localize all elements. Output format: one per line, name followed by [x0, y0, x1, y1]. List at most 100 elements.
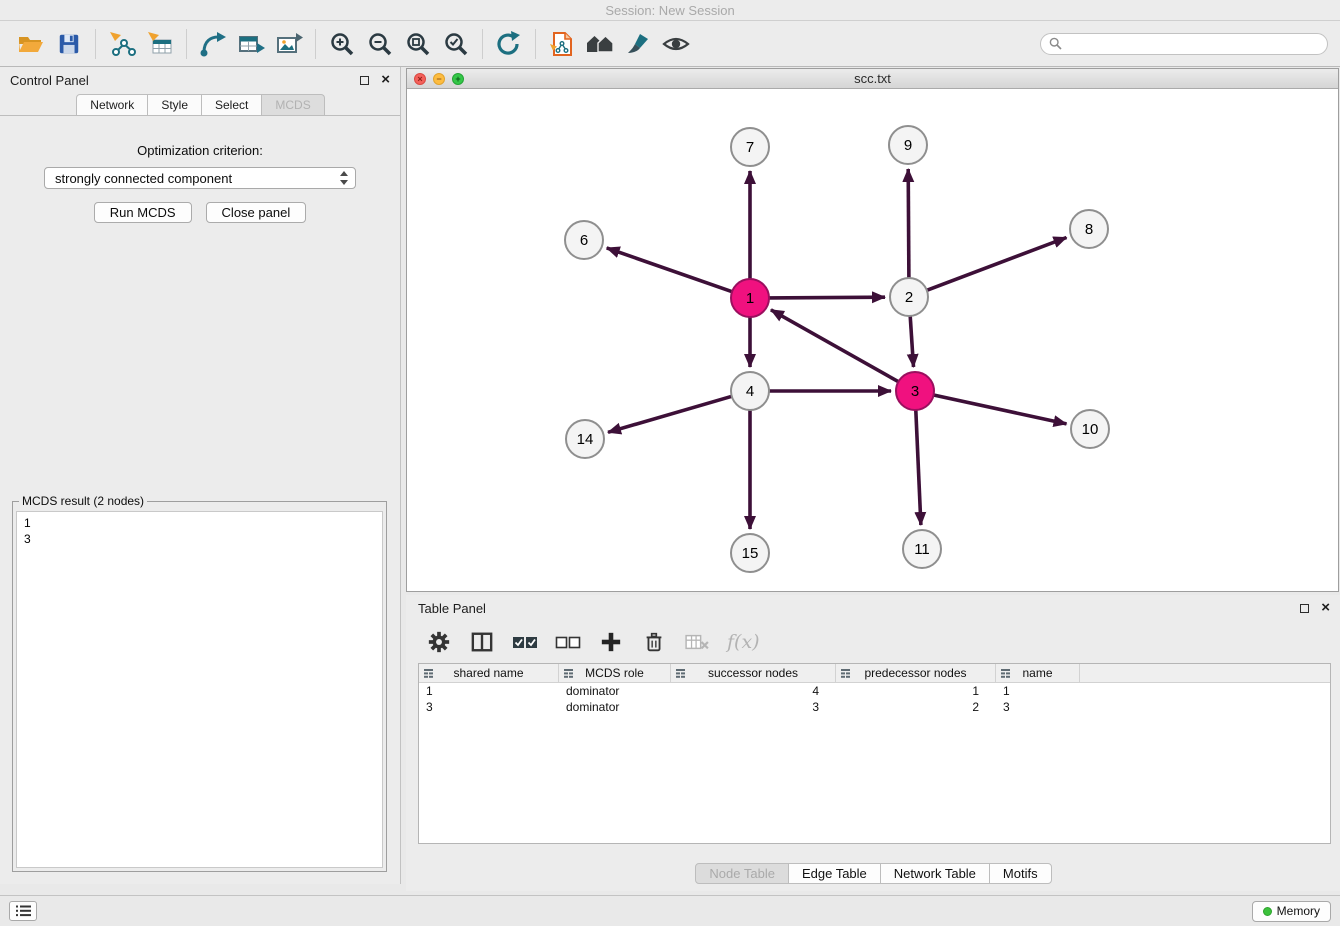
graph-node-10[interactable]: 10	[1071, 410, 1109, 448]
network-and-table-button[interactable]	[232, 26, 270, 62]
tab-select[interactable]: Select	[201, 94, 262, 115]
edge-1-2[interactable]	[769, 297, 885, 298]
toolbar-separator	[482, 29, 483, 59]
apply-style-button[interactable]	[619, 26, 657, 62]
control-panel-tabs: NetworkStyleSelectMCDS	[0, 94, 400, 116]
svg-text:9: 9	[904, 137, 912, 154]
zoom-selected-button[interactable]	[437, 26, 475, 62]
toolbar-separator	[535, 29, 536, 59]
tab-network-table[interactable]: Network Table	[880, 863, 990, 884]
window-controls: × − +	[414, 73, 464, 85]
show-all-networks-button[interactable]	[581, 26, 619, 62]
mcds-result-list[interactable]: 13	[16, 511, 383, 868]
tab-style[interactable]: Style	[147, 94, 202, 115]
column-label: name	[1022, 666, 1052, 680]
edge-3-11[interactable]	[916, 410, 921, 525]
open-folder-icon	[17, 32, 45, 56]
main-toolbar	[0, 21, 1340, 67]
maximize-window-icon[interactable]: +	[452, 73, 464, 85]
graph-node-1[interactable]: 1	[731, 279, 769, 317]
close-panel-icon[interactable]: ×	[1321, 603, 1330, 613]
close-panel-icon[interactable]: ×	[381, 75, 390, 85]
graph-node-9[interactable]: 9	[889, 126, 927, 164]
save-icon	[57, 32, 81, 56]
float-panel-icon[interactable]	[360, 76, 369, 85]
table-panel-tabs: Node TableEdge TableNetwork TableMotifs	[406, 863, 1340, 884]
edge-2-9[interactable]	[908, 169, 909, 278]
column-type-icon	[841, 669, 850, 678]
close-panel-button[interactable]: Close panel	[206, 202, 307, 223]
toggle-view-button[interactable]	[657, 26, 695, 62]
edge-3-10[interactable]	[934, 395, 1067, 424]
network-canvas[interactable]: 1 2 3 4 6 7 8 9 10 11 14 15	[407, 89, 1338, 591]
search-text-field[interactable]	[1067, 37, 1319, 51]
tab-mcds[interactable]: MCDS	[261, 94, 324, 115]
graph-node-6[interactable]: 6	[565, 221, 603, 259]
graph-node-11[interactable]: 11	[903, 530, 941, 568]
add-column-button[interactable]	[598, 629, 624, 655]
network-window-titlebar[interactable]: × − + scc.txt	[407, 69, 1338, 89]
refresh-layout-button[interactable]	[490, 26, 528, 62]
edge-3-1[interactable]	[771, 310, 899, 382]
tab-edge-table[interactable]: Edge Table	[788, 863, 881, 884]
edge-2-8[interactable]	[927, 238, 1067, 291]
import-table-button[interactable]	[141, 26, 179, 62]
result-line: 1	[24, 515, 375, 531]
svg-text:15: 15	[742, 545, 759, 562]
tab-network[interactable]: Network	[76, 94, 148, 115]
import-network-button[interactable]	[103, 26, 141, 62]
memory-button[interactable]: Memory	[1252, 901, 1331, 922]
graph-node-2[interactable]: 2	[890, 278, 928, 316]
column-header-predecessor-nodes[interactable]: predecessor nodes	[836, 664, 996, 682]
save-session-button[interactable]	[50, 26, 88, 62]
zoom-out-button[interactable]	[361, 26, 399, 62]
zoom-out-icon	[367, 31, 393, 57]
delete-table-button[interactable]	[684, 629, 710, 655]
brush-icon	[625, 31, 651, 57]
edge-4-14[interactable]	[608, 396, 732, 432]
zoom-in-button[interactable]	[323, 26, 361, 62]
task-history-button[interactable]	[9, 901, 37, 921]
new-network-button[interactable]	[194, 26, 232, 62]
delete-column-button[interactable]	[641, 629, 667, 655]
refresh-icon	[495, 31, 523, 57]
select-all-button[interactable]	[512, 629, 538, 655]
minimize-window-icon[interactable]: −	[433, 73, 445, 85]
open-session-button[interactable]	[12, 26, 50, 62]
table-row[interactable]: 3dominator323	[419, 699, 1330, 715]
tab-motifs[interactable]: Motifs	[989, 863, 1052, 884]
run-mcds-button[interactable]: Run MCDS	[94, 202, 192, 223]
show-columns-button[interactable]	[469, 629, 495, 655]
zoom-fit-button[interactable]	[399, 26, 437, 62]
table-settings-button[interactable]	[426, 629, 452, 655]
column-header-shared-name[interactable]: shared name	[419, 664, 559, 682]
graph-node-14[interactable]: 14	[566, 420, 604, 458]
graph-node-4[interactable]: 4	[731, 372, 769, 410]
graph-node-3[interactable]: 3	[896, 372, 934, 410]
destroy-network-button[interactable]	[543, 26, 581, 62]
column-header-mcds-role[interactable]: MCDS role	[559, 664, 671, 682]
column-header-name[interactable]: name	[996, 664, 1080, 682]
table-cell: dominator	[559, 699, 671, 715]
export-image-button[interactable]	[270, 26, 308, 62]
network-window-title: scc.txt	[854, 71, 891, 86]
table-row[interactable]: 1dominator411	[419, 683, 1330, 699]
edge-1-6[interactable]	[607, 248, 732, 292]
tab-node-table[interactable]: Node Table	[695, 863, 789, 884]
deselect-all-button[interactable]	[555, 629, 581, 655]
function-builder-button[interactable]: f(x)	[727, 631, 760, 653]
search-input[interactable]	[1040, 33, 1328, 55]
control-panel-header: Control Panel ×	[0, 67, 400, 93]
graph-node-8[interactable]: 8	[1070, 210, 1108, 248]
close-window-icon[interactable]: ×	[414, 73, 426, 85]
float-panel-icon[interactable]	[1300, 604, 1309, 613]
column-header-successor-nodes[interactable]: successor nodes	[671, 664, 836, 682]
memory-label: Memory	[1277, 904, 1320, 918]
graph-node-7[interactable]: 7	[731, 128, 769, 166]
criterion-select[interactable]: strongly connected component	[44, 167, 356, 189]
edge-2-3[interactable]	[910, 316, 913, 367]
svg-text:8: 8	[1085, 221, 1093, 238]
graph-node-15[interactable]: 15	[731, 534, 769, 572]
column-type-icon	[1001, 669, 1010, 678]
table-cell: 1	[836, 683, 996, 699]
